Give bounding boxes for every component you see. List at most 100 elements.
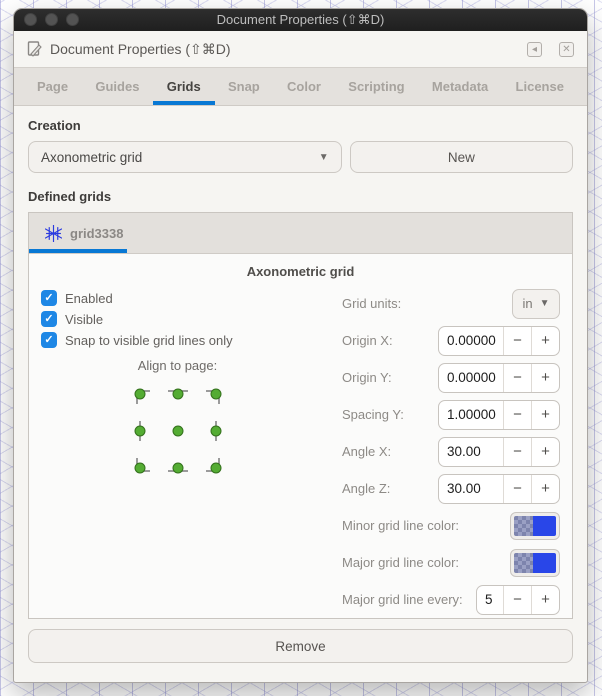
tab-color[interactable]: Color [284, 68, 324, 105]
align-bottom-center-button[interactable] [167, 457, 189, 479]
grid-units-label: Grid units: [342, 296, 401, 311]
grid-type-value: Axonometric grid [41, 150, 142, 165]
tab-page[interactable]: Page [34, 68, 71, 105]
color-preview [533, 553, 556, 573]
grid-type-title: Axonometric grid [41, 264, 560, 279]
major-every-spinner: − + [476, 585, 560, 615]
visible-checkbox-row: ✓ Visible [41, 309, 342, 329]
angle-x-row: Angle X: − + [342, 433, 560, 470]
grid-units-dropdown[interactable]: in ▼ [512, 289, 560, 319]
enabled-checkbox[interactable]: ✓ [41, 290, 57, 306]
major-color-row: Major grid line color: [342, 544, 560, 581]
axonometric-grid-icon [45, 225, 62, 242]
minor-grid-color-swatch[interactable] [510, 512, 560, 540]
origin-y-spinner: − + [438, 363, 560, 393]
traffic-lights [24, 13, 79, 26]
angle-x-spinner: − + [438, 437, 560, 467]
grid-tab-label: grid3338 [70, 226, 123, 241]
align-top-right-button[interactable] [205, 383, 227, 405]
zoom-window-button[interactable] [66, 13, 79, 26]
origin-x-input[interactable] [439, 327, 503, 355]
grid-values-column: Grid units: in ▼ Origin X: − + [342, 285, 560, 618]
grid-tabstrip: grid3338 [29, 213, 572, 254]
grid-settings-body: Axonometric grid ✓ Enabled ✓ Visible ✓ [29, 254, 572, 618]
tab-guides[interactable]: Guides [92, 68, 142, 105]
grid-type-dropdown[interactable]: Axonometric grid ▼ [28, 141, 342, 173]
align-bottom-right-button[interactable] [205, 457, 227, 479]
major-every-input[interactable] [477, 586, 503, 614]
close-window-button[interactable] [24, 13, 37, 26]
angle-x-label: Angle X: [342, 444, 391, 459]
minus-icon[interactable]: − [503, 327, 531, 355]
minus-icon[interactable]: − [503, 401, 531, 429]
active-tab-underline [153, 101, 215, 105]
angle-z-spinner: − + [438, 474, 560, 504]
tab-snap[interactable]: Snap [225, 68, 263, 105]
alpha-checker [514, 553, 533, 573]
align-top-center-button[interactable] [167, 383, 189, 405]
close-panel-icon[interactable]: ✕ [559, 42, 574, 57]
align-middle-right-button[interactable] [205, 420, 227, 442]
minimize-window-button[interactable] [45, 13, 58, 26]
tab-license[interactable]: License [513, 68, 567, 105]
dock-panel-icon[interactable]: ◂ [527, 42, 542, 57]
plus-icon[interactable]: + [531, 586, 559, 614]
plus-icon[interactable]: + [531, 364, 559, 392]
new-grid-button[interactable]: New [350, 141, 573, 173]
minus-icon[interactable]: − [503, 364, 531, 392]
defined-grids-panel: grid3338 Axonometric grid ✓ Enabled ✓ Vi… [28, 212, 573, 619]
snap-visible-checkbox-row: ✓ Snap to visible grid lines only [41, 330, 342, 350]
minus-icon[interactable]: − [503, 586, 531, 614]
minus-icon[interactable]: − [503, 475, 531, 503]
tab-metadata[interactable]: Metadata [429, 68, 491, 105]
angle-z-row: Angle Z: − + [342, 470, 560, 507]
spacing-y-spinner: − + [438, 400, 560, 430]
major-grid-color-swatch[interactable] [510, 549, 560, 577]
spacing-y-label: Spacing Y: [342, 407, 404, 422]
spacing-y-input[interactable] [439, 401, 503, 429]
document-properties-dialog: Document Properties (⇧⌘D) Document Prope… [13, 8, 588, 683]
plus-icon[interactable]: + [531, 401, 559, 429]
align-top-left-button[interactable] [129, 383, 151, 405]
grid-tab-grid3338[interactable]: grid3338 [29, 213, 139, 253]
creation-row: Axonometric grid ▼ New [28, 141, 573, 173]
minor-color-row: Minor grid line color: [342, 507, 560, 544]
align-center-button[interactable] [167, 420, 189, 442]
angle-z-label: Angle Z: [342, 481, 390, 496]
align-bottom-left-button[interactable] [129, 457, 151, 479]
tab-scripting[interactable]: Scripting [345, 68, 407, 105]
minor-color-label: Minor grid line color: [342, 518, 459, 533]
remove-grid-button[interactable]: Remove [28, 629, 573, 663]
major-every-row: Major grid line every: − + [342, 581, 560, 618]
titlebar[interactable]: Document Properties (⇧⌘D) [14, 9, 587, 31]
plus-icon[interactable]: + [531, 438, 559, 466]
alpha-checker [514, 516, 533, 536]
plus-icon[interactable]: + [531, 475, 559, 503]
major-color-label: Major grid line color: [342, 555, 459, 570]
origin-y-label: Origin Y: [342, 370, 392, 385]
origin-x-spinner: − + [438, 326, 560, 356]
plus-icon[interactable]: + [531, 327, 559, 355]
creation-section-label: Creation [28, 118, 573, 133]
tab-grids[interactable]: Grids [164, 68, 204, 105]
minus-icon[interactable]: − [503, 438, 531, 466]
enabled-checkbox-row: ✓ Enabled [41, 288, 342, 308]
snap-visible-checkbox[interactable]: ✓ [41, 332, 57, 348]
visible-checkbox[interactable]: ✓ [41, 311, 57, 327]
angle-x-input[interactable] [439, 438, 503, 466]
grid-tab-underline [29, 249, 127, 253]
origin-y-input[interactable] [439, 364, 503, 392]
grid-units-row: Grid units: in ▼ [342, 285, 560, 322]
angle-z-input[interactable] [439, 475, 503, 503]
visible-label: Visible [65, 312, 103, 327]
dialog-header: Document Properties (⇧⌘D) ◂ ✕ [14, 31, 587, 67]
tab-bar: Page Guides Grids Snap Color Scripting M… [14, 67, 587, 106]
origin-x-row: Origin X: − + [342, 322, 560, 359]
document-properties-icon [27, 41, 43, 57]
origin-y-row: Origin Y: − + [342, 359, 560, 396]
header-actions: ◂ ✕ [527, 42, 574, 57]
align-to-page-label: Align to page: [41, 358, 314, 373]
defined-grids-section-label: Defined grids [28, 189, 573, 204]
chevron-down-icon: ▼ [319, 152, 329, 163]
align-middle-left-button[interactable] [129, 420, 151, 442]
